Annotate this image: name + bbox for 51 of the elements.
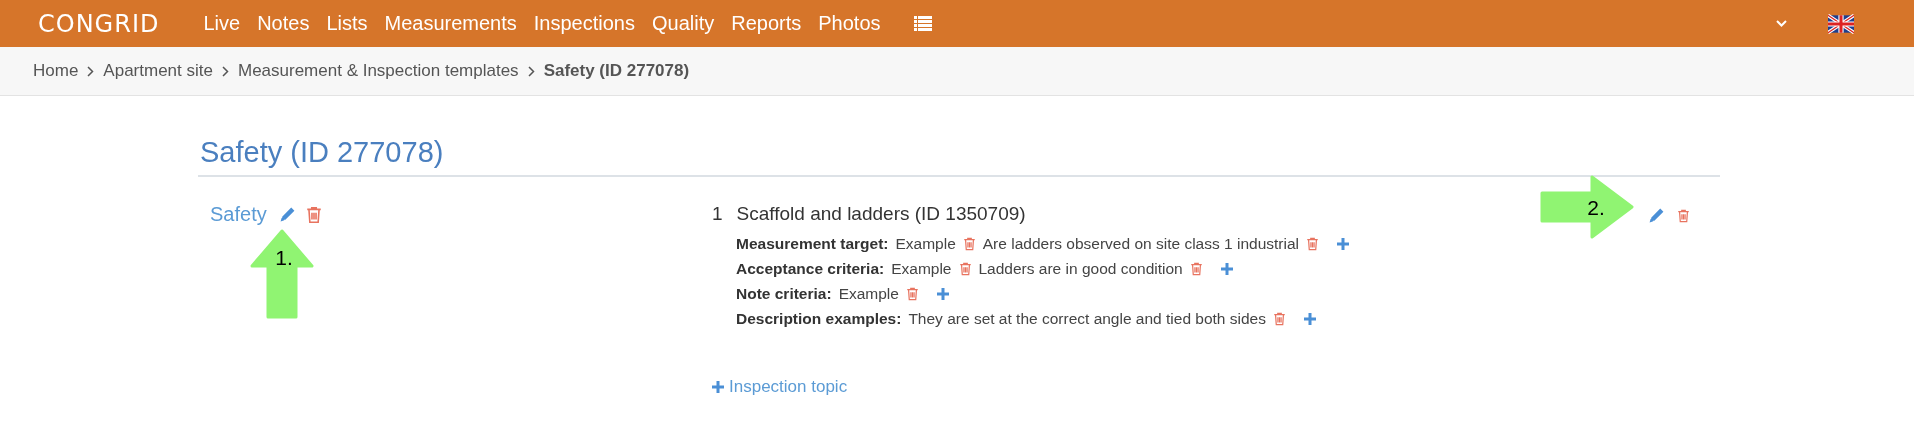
add-topic-button[interactable]: Inspection topic: [712, 377, 848, 397]
chevron-right-icon: [527, 65, 535, 77]
nav-link[interactable]: Measurements: [384, 12, 517, 35]
chevron-right-icon: [221, 65, 229, 77]
nav-link[interactable]: Reports: [731, 12, 802, 35]
topic-title: Scaffold and ladders (ID 1350709): [736, 203, 1026, 225]
breadcrumb-item[interactable]: Apartment site: [103, 61, 213, 81]
right-arrow-drawing: 2.: [1540, 175, 1634, 239]
page-title: Safety (ID 277078): [198, 136, 1720, 177]
chevron-down-icon[interactable]: [1776, 20, 1787, 27]
field-label: Description examples:: [736, 309, 902, 328]
nav-link[interactable]: Photos: [818, 12, 881, 35]
plus-icon[interactable]: [936, 287, 949, 300]
nav-link[interactable]: Inspections: [533, 12, 635, 35]
trash-icon[interactable]: [1189, 261, 1203, 276]
nav-link[interactable]: Lists: [326, 12, 368, 35]
field-value: Ladders are in good condition: [978, 259, 1183, 278]
breadcrumb-item[interactable]: Home: [33, 61, 79, 81]
list-icon[interactable]: [913, 16, 932, 31]
field-label: Measurement target:: [736, 234, 889, 253]
topic-number: 1: [712, 203, 723, 225]
plus-icon[interactable]: [712, 381, 724, 393]
trash-icon[interactable]: [1273, 311, 1286, 326]
plus-icon[interactable]: [1337, 237, 1349, 250]
up-arrow-drawing: 1.: [250, 229, 314, 319]
category-name[interactable]: Safety: [210, 203, 267, 226]
trash-icon[interactable]: [1306, 236, 1319, 251]
field-label: Note criteria:: [736, 284, 832, 303]
plus-icon[interactable]: [1304, 312, 1316, 325]
field-value: Example: [891, 259, 952, 278]
pencil-icon[interactable]: [1648, 207, 1665, 224]
logo[interactable]: CONGRID: [38, 9, 160, 38]
trash-icon[interactable]: [305, 205, 322, 224]
trash-icon[interactable]: [1677, 208, 1690, 223]
field-value: They are set at the correct angle and tied both sides: [908, 309, 1266, 328]
chevron-right-icon: [87, 65, 95, 77]
nav-link[interactable]: Live: [203, 12, 241, 35]
nav-link[interactable]: Quality: [651, 12, 715, 35]
field-value: Are ladders observed on site class 1 industrial: [982, 234, 1299, 253]
field-label: Acceptance criteria:: [736, 259, 885, 278]
field-value: Example: [895, 234, 956, 253]
plus-icon[interactable]: [1220, 262, 1233, 275]
flag-icon[interactable]: [1828, 13, 1854, 34]
breadcrumb-item: Safety (ID 277078): [543, 61, 690, 81]
field-value: Example: [838, 284, 899, 303]
trash-icon[interactable]: [958, 261, 972, 276]
nav-link[interactable]: Notes: [257, 12, 310, 35]
trash-icon[interactable]: [962, 236, 976, 251]
breadcrumb-item[interactable]: Measurement & Inspection templates: [237, 61, 519, 81]
trash-icon[interactable]: [905, 286, 919, 301]
pencil-icon[interactable]: [278, 206, 296, 223]
